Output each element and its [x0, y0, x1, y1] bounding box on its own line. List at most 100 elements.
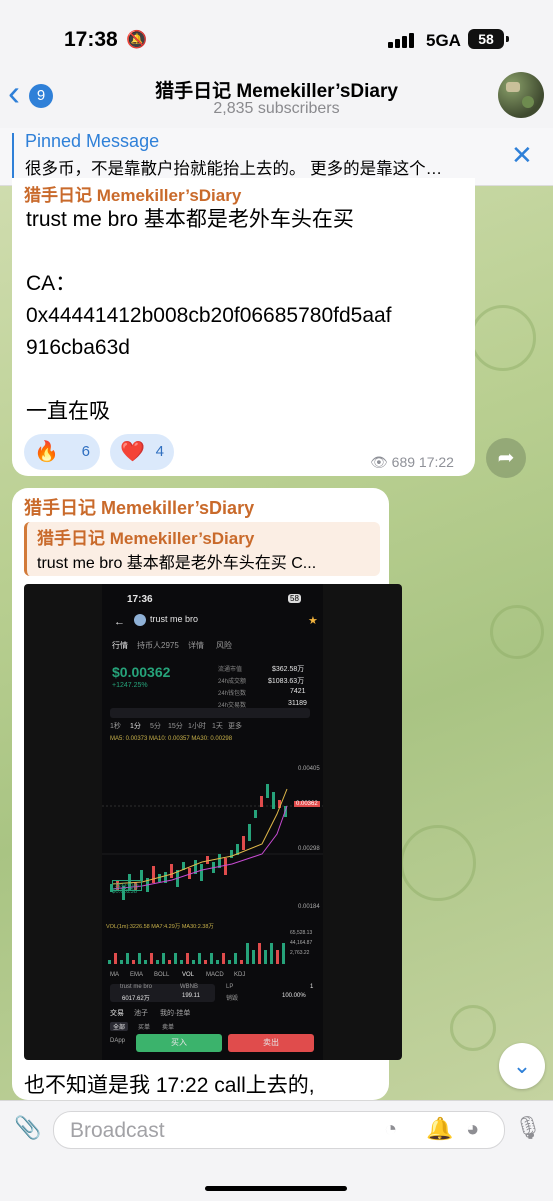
shot-interval: 1秒 [110, 723, 121, 730]
shot-interval: 1分 [130, 723, 141, 730]
volume-bar [246, 943, 249, 964]
shot-filter: 买单 [138, 1025, 151, 1031]
contract-address[interactable]: 0x44441412b008cb20f06685780fd5aaf [26, 300, 486, 332]
shot-lp-label: LP [226, 984, 234, 990]
reply-preview[interactable]: 猎手日记 Memekiller’sDiary trust me bro 基本都是… [24, 522, 380, 576]
volume-bar [168, 960, 171, 964]
volume-bar [240, 960, 243, 964]
pinned-label: Pinned Message [25, 131, 160, 151]
candle [242, 836, 245, 850]
battery-icon: 58 [468, 29, 509, 49]
message-time: 17:22 [418, 454, 454, 470]
reaction-count: 6 [81, 443, 90, 460]
volume-bar [126, 953, 129, 964]
message-bubble[interactable]: 猎手日记 Memekiller’sDiary 猎手日记 Memekiller’s… [12, 488, 402, 1100]
close-icon[interactable]: ✕ [511, 140, 533, 171]
shot-stat-value: $362.58万 [272, 666, 305, 673]
candle [200, 864, 203, 881]
fire-icon: 🔥 [34, 441, 59, 463]
microphone-icon[interactable]: 🎙 [514, 1115, 542, 1141]
volume-bar [120, 960, 123, 964]
message-sender[interactable]: 猎手日记 Memekiller’sDiary [24, 181, 241, 206]
channel-avatar[interactable] [498, 72, 544, 118]
candle [272, 792, 275, 809]
shot-tags-bar [110, 708, 310, 718]
shot-pair-right-val: 199.11 [182, 993, 200, 999]
volume-bar [156, 960, 159, 964]
shot-burn-label: 销毁 [226, 996, 239, 1002]
chat-header: ‹ 9 猎手日记 Memekiller’sDiary 2,835 subscri… [0, 70, 553, 128]
doodle-shape [490, 605, 544, 659]
contract-address[interactable]: 916cba63d [26, 332, 486, 364]
shot-indicator: MACD [206, 972, 224, 978]
shot-interval: 15分 [168, 723, 183, 730]
shot-tab: 持币人2975 [137, 641, 179, 650]
shot-back-icon: ← [114, 616, 125, 628]
paperclip-icon[interactable]: 📎 [14, 1115, 41, 1141]
shot-interval: 更多 [228, 723, 242, 730]
view-count: 689 [391, 454, 416, 470]
volume-bar [114, 953, 117, 964]
shot-candle-chart [102, 784, 323, 900]
candle [152, 866, 155, 883]
volume-bar [276, 950, 279, 964]
shot-interval: 1小时 [188, 723, 206, 730]
volume-bar [162, 953, 165, 964]
pinned-text: 很多币，不是靠散户抬就能抬上去的。 更多的是靠这个… [25, 160, 443, 178]
broadcast-input[interactable]: Broadcast ◔ 🔔 ◕ [53, 1111, 505, 1149]
subscriber-count: 2,835 subscribers [213, 100, 340, 117]
volume-bar [234, 953, 237, 964]
message-bubble[interactable]: 猎手日记 Memekiller’sDiary trust me bro 基本都是… [12, 178, 475, 476]
candle [170, 864, 173, 878]
message-sender[interactable]: 猎手日记 Memekiller’sDiary [24, 494, 254, 520]
scroll-down-button[interactable]: ⌄ [499, 1043, 545, 1089]
reaction-heart[interactable]: ❤️ 4 [110, 434, 174, 470]
status-bar: 17:38 🔕 5GA 58 [0, 0, 553, 70]
shot-vol-line: VOL(1m):3226.58 MA7:4.29万 MA30:2.38万 [106, 924, 214, 930]
candle [254, 810, 257, 818]
volume-bar [222, 953, 225, 964]
shot-stat-label: 24h成交额 [218, 679, 247, 685]
shot-vol-level: 2,763.22 [290, 950, 310, 956]
network-type: 5GA [426, 31, 461, 50]
reply-text: trust me bro 基本都是老外车头在买 C... [37, 555, 317, 572]
shot-sell-button: 卖出 [228, 1034, 314, 1052]
candle [266, 784, 269, 798]
sticker-icon[interactable]: ◕ [466, 1116, 479, 1142]
shot-indicator: VOL [182, 972, 195, 978]
volume-bar [228, 960, 231, 964]
candle [260, 796, 263, 807]
volume-bar [282, 943, 285, 964]
shot-tab: 行情 [112, 641, 128, 650]
channel-title[interactable]: 猎手日记 Memekiller’sDiary [0, 76, 553, 103]
volume-bar [270, 943, 273, 964]
reaction-fire[interactable]: 🔥 6 [24, 434, 100, 470]
bell-muted-icon: 🔕 [126, 30, 148, 49]
volume-bar [186, 953, 189, 964]
shot-ma-line: MA5: 0.00373 MA10: 0.00357 MA30: 0.00298 [110, 736, 233, 742]
message-meta: 👁 689 17:22 [370, 454, 454, 471]
timer-icon[interactable]: ◔ [384, 1116, 397, 1142]
eye-icon: 👁 [370, 454, 388, 470]
bell-icon[interactable]: 🔔 [426, 1116, 453, 1142]
shot-level: 0.00184 [298, 904, 320, 910]
attached-screenshot[interactable]: 17:36 58 ← trust me bro ★ 行情 持币人2975 详情 … [24, 584, 402, 1060]
shot-indicator: MA [110, 972, 119, 978]
volume-bar [174, 953, 177, 964]
shot-interval: 1天 [212, 723, 223, 730]
shot-level: 0.00298 [298, 846, 320, 852]
volume-bar [252, 950, 255, 964]
share-icon[interactable]: ➦ [486, 438, 526, 478]
shot-token-avatar [134, 614, 146, 626]
screenshot-phone: 17:36 58 ← trust me bro ★ 行情 持币人2975 详情 … [102, 584, 323, 1060]
shot-filter: 卖单 [162, 1025, 175, 1031]
shot-token-name: trust me bro [150, 614, 199, 624]
shot-pair-left: trust me bro [120, 984, 153, 990]
shot-vol-level: 44,164.87 [290, 940, 313, 946]
message-line: 一直在吸 [26, 400, 110, 423]
shot-vol-level: 65,528.13 [290, 930, 313, 936]
volume-bar [150, 953, 153, 964]
shot-stat-value: 7421 [290, 688, 306, 695]
volume-bar [198, 953, 201, 964]
shot-volume-chart [108, 943, 285, 964]
